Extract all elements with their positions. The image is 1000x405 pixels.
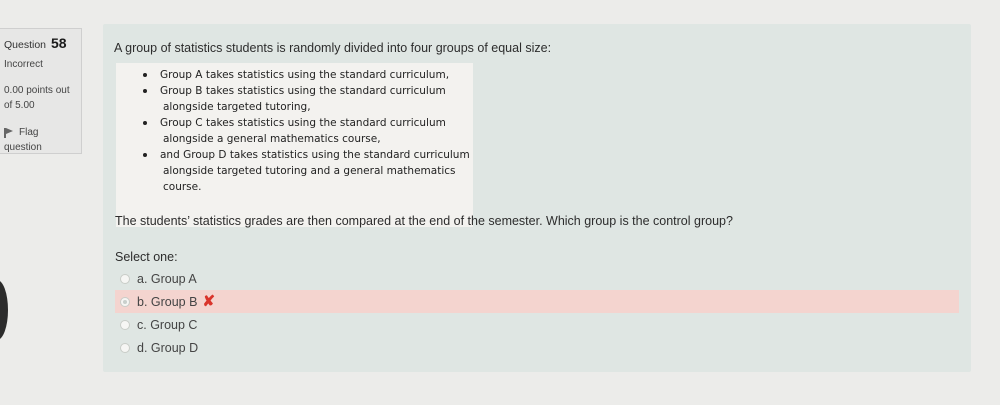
radio-button[interactable] <box>120 273 130 284</box>
group-b-line-1: Group B takes statistics using the stand… <box>160 85 446 97</box>
group-b-line-2: alongside targeted tutoring, <box>163 101 311 113</box>
question-content: A group of statistics students is random… <box>103 24 971 372</box>
radio-button-checked[interactable] <box>120 296 130 307</box>
answer-option-b[interactable]: b. Group B ✘ <box>115 290 959 313</box>
question-prompt: A group of statistics students is random… <box>114 41 552 55</box>
bullet-icon <box>143 153 147 157</box>
bullet-icon <box>143 73 147 77</box>
incorrect-x-icon: ✘ <box>202 293 216 310</box>
answer-option-d[interactable]: d. Group D <box>103 336 971 359</box>
flag-label-2: question <box>4 142 42 153</box>
question-number: Question 58 <box>4 35 67 51</box>
radio-button[interactable] <box>120 319 130 330</box>
groups-list: Group A takes statistics using the stand… <box>116 67 470 195</box>
radio-button[interactable] <box>120 342 130 353</box>
flag-question-link[interactable]: Flag question <box>4 125 81 155</box>
question-grade: 0.00 points out of 5.00 <box>4 83 81 113</box>
question-info-panel: Question 58 Incorrect 0.00 points out of… <box>0 28 82 154</box>
group-a-line: Group A takes statistics using the stand… <box>160 69 450 81</box>
group-c-line-1: Group C takes statistics using the stand… <box>160 117 446 129</box>
bullet-icon <box>143 121 147 125</box>
background-shadow <box>0 280 8 340</box>
question-text: The students’ statistics grades are then… <box>115 214 733 228</box>
answer-label: d. Group D <box>137 340 199 355</box>
grade-line-1: 0.00 points out <box>4 85 70 96</box>
group-d-line-2: alongside targeted tutoring and a genera… <box>163 165 456 177</box>
question-state: Incorrect <box>4 59 43 70</box>
bullet-icon <box>143 89 147 93</box>
group-c-item: Group C takes statistics using the stand… <box>116 115 470 147</box>
flag-icon <box>4 127 13 138</box>
group-c-line-2: alongside a general mathematics course, <box>163 133 381 145</box>
group-d-line-3: course. <box>163 181 202 193</box>
answer-options: a. Group A b. Group B ✘ c. Group C d. Gr… <box>103 267 971 359</box>
answer-label: c. Group C <box>137 317 198 332</box>
group-b-item: Group B takes statistics using the stand… <box>116 83 470 115</box>
groups-box: Group A takes statistics using the stand… <box>116 63 473 227</box>
select-one-label: Select one: <box>115 250 178 264</box>
group-d-item: and Group D takes statistics using the s… <box>116 147 470 195</box>
answer-label: a. Group A <box>137 271 197 286</box>
answer-option-a[interactable]: a. Group A <box>103 267 971 290</box>
group-d-line-1: and Group D takes statistics using the s… <box>160 149 470 161</box>
answer-label: b. Group B <box>137 294 198 309</box>
group-a-item: Group A takes statistics using the stand… <box>116 67 470 83</box>
answer-option-c[interactable]: c. Group C <box>103 313 971 336</box>
grade-line-2: of 5.00 <box>4 100 35 111</box>
flag-label: Flag <box>19 127 39 138</box>
